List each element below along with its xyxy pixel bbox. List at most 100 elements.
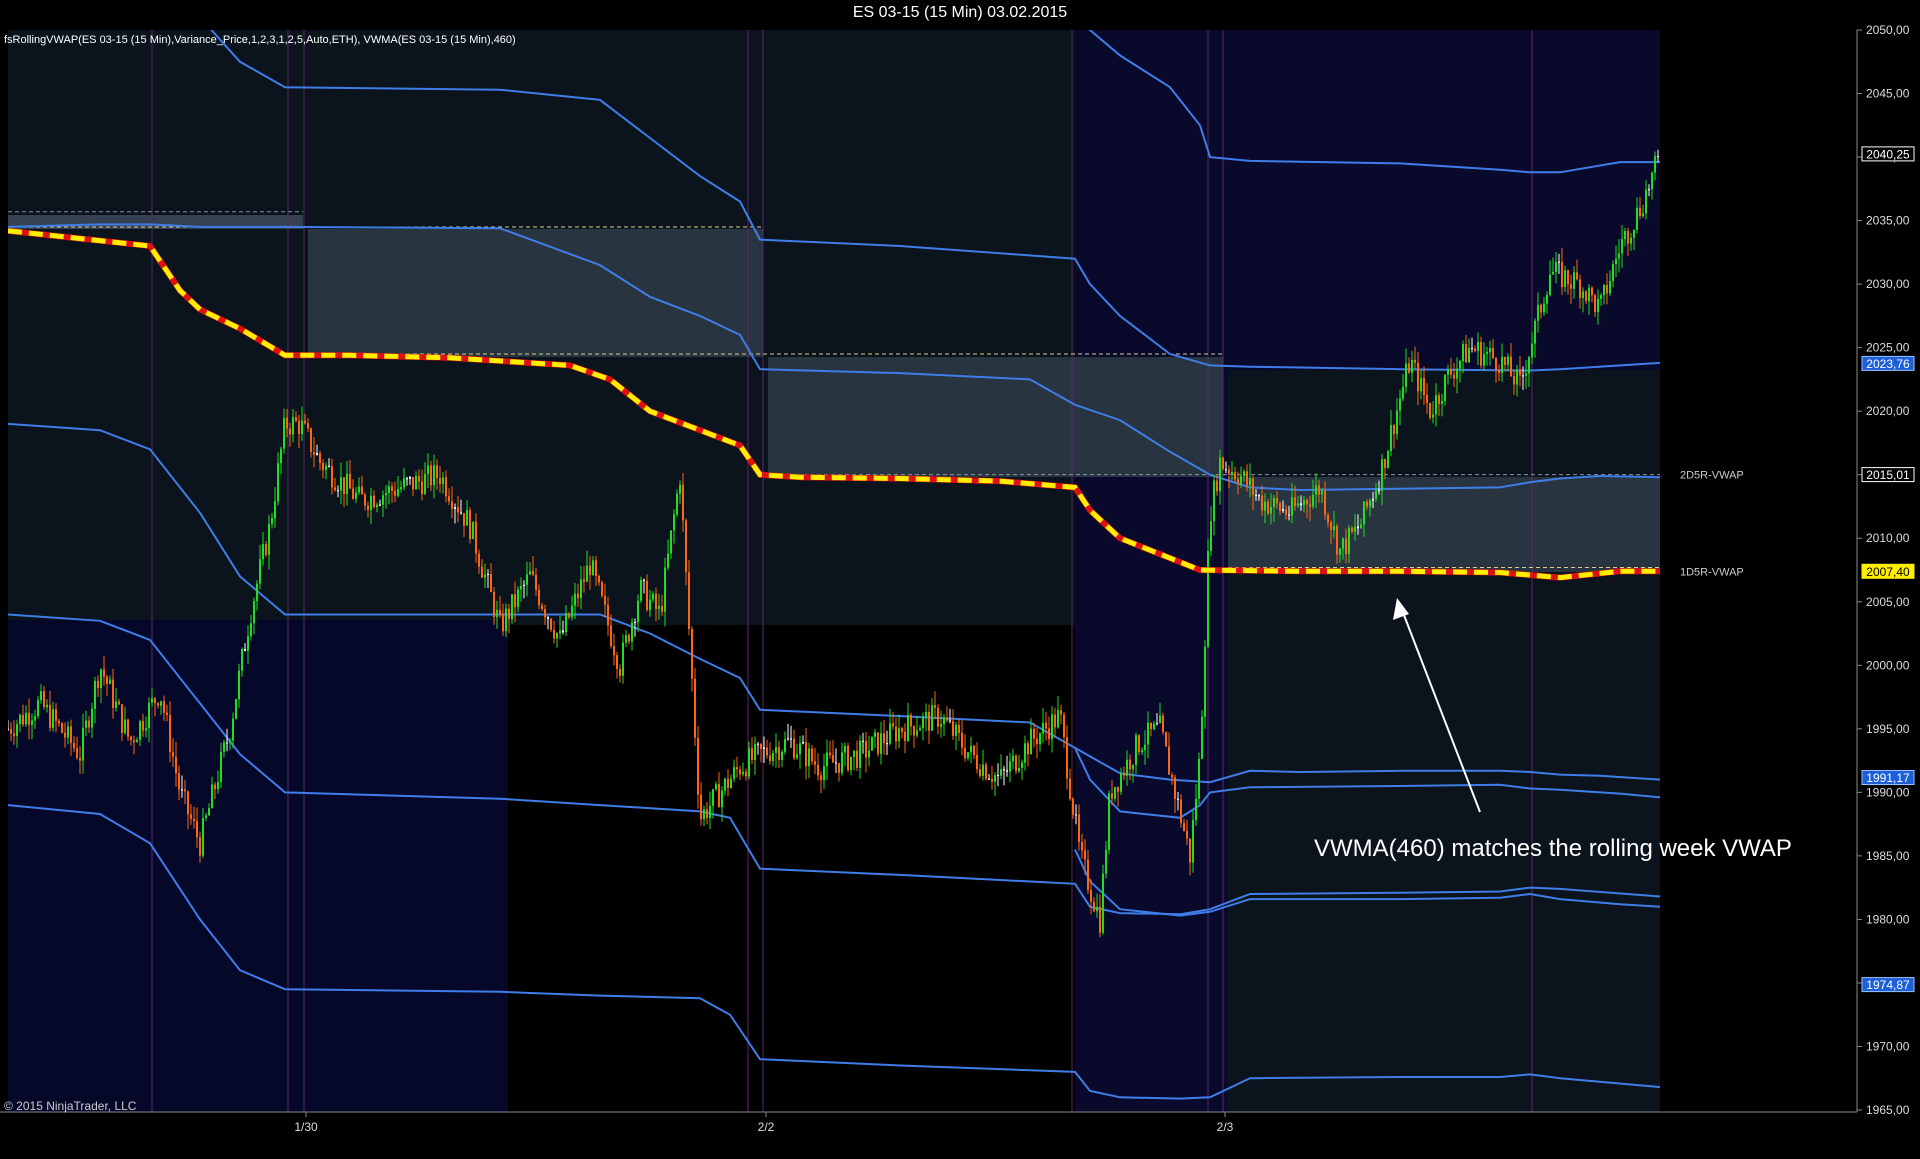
candle-body-114 <box>349 473 351 489</box>
candle-body-482 <box>1453 374 1455 379</box>
candle-body-59 <box>184 789 186 792</box>
candle-body-386 <box>1165 732 1167 747</box>
candle-body-326 <box>985 764 987 779</box>
candle-body-524 <box>1579 279 1581 299</box>
candle-body-209 <box>634 622 636 623</box>
candle-body-449 <box>1354 526 1356 532</box>
candle-body-2 <box>13 733 15 736</box>
candle-body-272 <box>823 766 825 781</box>
candle-body-106 <box>325 465 327 471</box>
candle-body-342 <box>1033 728 1035 739</box>
candle-body-329 <box>994 775 996 782</box>
candle-body-269 <box>814 761 816 765</box>
candle-body-378 <box>1141 750 1143 753</box>
candle-body-427 <box>1288 514 1290 516</box>
candle-body-363 <box>1096 906 1098 912</box>
candle-body-407 <box>1228 469 1230 475</box>
candle-body-531 <box>1600 295 1602 299</box>
candle-body-125 <box>382 495 384 505</box>
candle-body-71 <box>220 751 222 782</box>
candle-body-480 <box>1447 369 1449 375</box>
candle-body-478 <box>1441 401 1443 404</box>
candle-body-491 <box>1480 341 1482 366</box>
candle-body-198 <box>601 582 603 596</box>
candle-body-301 <box>910 714 912 727</box>
candle-body-15 <box>52 709 54 728</box>
candle-body-475 <box>1432 414 1434 418</box>
candle-body-419 <box>1264 501 1266 511</box>
candle-body-517 <box>1558 261 1560 263</box>
candle-body-181 <box>550 618 552 630</box>
candle-body-305 <box>922 716 924 729</box>
candle-body-170 <box>517 589 519 607</box>
candle-body-373 <box>1126 759 1128 776</box>
candle-body-246 <box>745 771 747 777</box>
candle-body-292 <box>883 733 885 744</box>
candle-body-46 <box>145 728 147 731</box>
candle-body-245 <box>742 771 744 775</box>
candle-body-240 <box>727 778 729 788</box>
candle-body-116 <box>355 492 357 499</box>
candle-body-85 <box>262 544 264 560</box>
candle-body-30 <box>97 680 99 688</box>
candle-body-516 <box>1555 262 1557 272</box>
candle-body-455 <box>1372 498 1374 501</box>
candle-body-468 <box>1411 359 1413 373</box>
candle-body-369 <box>1114 787 1116 799</box>
candle-body-127 <box>388 486 390 493</box>
candle-body-353 <box>1066 737 1068 779</box>
candle-body-147 <box>448 496 450 502</box>
candle-body-337 <box>1018 768 1020 772</box>
candle-body-118 <box>361 486 363 495</box>
candle-body-173 <box>526 574 528 585</box>
candle-body-457 <box>1378 490 1380 492</box>
candle-body-428 <box>1291 497 1293 516</box>
candle-body-392 <box>1183 823 1185 831</box>
candle-body-413 <box>1246 471 1248 486</box>
price-chart[interactable]: 2050,002045,002040,002035,002030,002025,… <box>0 0 1920 1159</box>
candle-body-323 <box>976 755 978 770</box>
candle-body-452 <box>1363 501 1365 525</box>
candle-body-391 <box>1180 799 1182 824</box>
candle-body-191 <box>580 579 582 599</box>
candle-body-158 <box>481 566 483 578</box>
candle-body-148 <box>451 501 453 509</box>
candle-body-375 <box>1132 765 1134 770</box>
candle-body-438 <box>1321 491 1323 495</box>
candle-body-268 <box>811 748 813 762</box>
candle-body-473 <box>1426 395 1428 403</box>
candle-body-440 <box>1327 514 1329 523</box>
candle-body-3 <box>16 724 18 736</box>
candle-body-207 <box>628 635 630 642</box>
y-tick-label-9: 2005,00 <box>1866 595 1910 609</box>
candle-body-203 <box>616 655 618 669</box>
candle-body-261 <box>790 738 792 740</box>
candle-body-210 <box>637 600 639 622</box>
candle-body-430 <box>1297 503 1299 507</box>
candle-body-99 <box>304 420 306 424</box>
candle-body-133 <box>406 478 408 480</box>
candle-body-483 <box>1456 368 1458 379</box>
candle-body-29 <box>94 680 96 709</box>
candle-body-510 <box>1537 304 1539 321</box>
candle-body-340 <box>1027 743 1029 755</box>
level-label-1: 1D5R-VWAP <box>1680 566 1744 578</box>
candle-body-410 <box>1237 479 1239 485</box>
candle-body-100 <box>307 423 309 429</box>
candle-body-255 <box>772 752 774 762</box>
candle-body-541 <box>1630 237 1632 244</box>
candle-body-182 <box>553 629 555 639</box>
candle-body-40 <box>127 719 129 737</box>
candle-body-461 <box>1390 425 1392 452</box>
candle-body-12 <box>43 691 45 708</box>
range-box-2 <box>308 229 763 357</box>
candle-body-490 <box>1477 341 1479 351</box>
candle-body-94 <box>289 428 291 435</box>
candle-body-22 <box>73 742 75 748</box>
candle-body-214 <box>649 599 651 611</box>
candle-body-117 <box>358 486 360 493</box>
y-tick-label-14: 1980,00 <box>1866 912 1910 926</box>
candle-body-352 <box>1063 714 1065 738</box>
x-tick-label-0: 1/30 <box>294 1120 318 1134</box>
candle-body-370 <box>1117 787 1119 792</box>
